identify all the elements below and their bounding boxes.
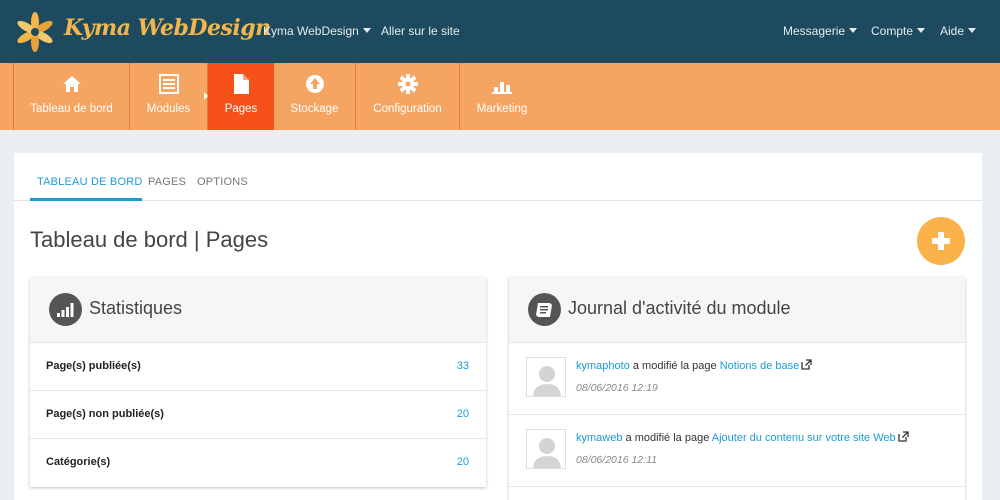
activity-date: 08/06/2016 12:19 [576,382,658,394]
site-menu[interactable]: Kyma WebDesign [263,24,371,38]
nav-item-label: Stockage [290,103,339,115]
nav-item-label: Modules [146,103,191,115]
stat-row-unpublished[interactable]: Page(s) non publiée(s) 20 [30,391,486,439]
brand-name[interactable]: Kyma WebDesign [64,15,271,41]
activity-text: kymaweb a modifié la page Ajouter du con… [576,431,909,445]
stats-card-title: Statistiques [89,298,183,318]
nav-item-pages[interactable]: Pages [208,63,274,130]
logo-icon[interactable] [12,10,58,54]
activity-date: 08/06/2016 12:11 [576,454,657,466]
visit-site-link[interactable]: Aller sur le site [381,24,460,38]
main-panel: TABLEAU DE BORD PAGES OPTIONS Tableau de… [14,153,982,500]
stat-value[interactable]: 20 [457,408,469,420]
activity-text: kymaphoto a modifié la page Notions de b… [576,359,812,373]
stat-label: Page(s) publiée(s) [46,360,141,372]
page-link[interactable]: Ajouter du contenu sur votre site Web [712,432,896,444]
stats-card-header: Statistiques [30,277,486,343]
activity-entry: kymaphoto a modifié la page Notions de b… [509,343,965,415]
messagerie-menu[interactable]: Messagerie [783,24,858,38]
activity-card-title: Journal d'activité du module [568,298,791,318]
active-tab-indicator [30,198,142,201]
stat-label: Page(s) non publiée(s) [46,408,164,420]
user-link[interactable]: kymaphoto [576,360,630,372]
bar-chart-icon [460,74,544,96]
nav-item-label: Configuration [373,103,442,115]
aide-label: Aide [940,24,965,38]
page-title: Tableau de bord | Pages [30,227,269,252]
nav-item-stockage[interactable]: Stockage [274,63,356,130]
module-nav: Tableau de bord Modules Pages Stockage C… [0,63,1000,130]
tab-options[interactable]: OPTIONS [197,176,248,188]
nav-item-label: Marketing [476,103,528,115]
chevron-down-icon [968,28,977,33]
gear-icon [356,74,459,96]
messagerie-label: Messagerie [783,24,846,38]
nav-item-modules[interactable]: Modules [130,63,208,130]
add-button[interactable] [917,217,965,265]
upload-icon [274,74,355,96]
nav-item-label: Pages [224,103,258,115]
avatar [526,429,566,469]
page-link[interactable]: Notions de base [720,360,800,372]
stat-value[interactable]: 20 [457,456,469,468]
chevron-down-icon [849,28,858,33]
home-icon [14,74,129,96]
activity-card-header: Journal d'activité du module [509,277,965,343]
nav-item-marketing[interactable]: Marketing [460,63,544,130]
external-link-icon[interactable] [897,431,909,445]
external-link-icon[interactable] [801,359,812,373]
aide-menu[interactable]: Aide [940,24,977,38]
stat-row-categories[interactable]: Catégorie(s) 20 [30,439,486,487]
top-bar: Kyma WebDesign Kyma WebDesign Aller sur … [0,0,1000,63]
site-menu-label: Kyma WebDesign [263,24,359,38]
activity-card: Journal d'activité du module kymaphoto a… [509,277,965,500]
nav-item-configuration[interactable]: Configuration [356,63,460,130]
chevron-down-icon [917,28,926,33]
stat-label: Catégorie(s) [46,456,111,468]
compte-menu[interactable]: Compte [871,24,926,38]
tab-bar: TABLEAU DE BORD PAGES OPTIONS [14,153,982,201]
compte-label: Compte [871,24,914,38]
stats-card: Statistiques Page(s) publiée(s) 33 Page(… [30,277,486,487]
chevron-down-icon [362,28,371,33]
activity-entry: kymaweb a modifié la page Ajouter du con… [509,415,965,487]
stat-row-published[interactable]: Page(s) publiée(s) 33 [30,343,486,391]
nav-item-tableau-de-bord[interactable]: Tableau de bord [13,63,130,130]
user-link[interactable]: kymaweb [576,432,622,444]
book-icon [528,293,561,326]
list-icon [130,74,207,96]
file-icon [208,74,274,96]
activity-action: a modifié la page [632,360,717,372]
tab-tableau-de-bord[interactable]: TABLEAU DE BORD [37,176,143,188]
signal-icon [49,293,82,326]
tab-pages[interactable]: PAGES [148,176,186,188]
stat-value[interactable]: 33 [457,360,469,372]
activity-action: a modifié la page [625,432,710,444]
avatar [526,357,566,397]
nav-item-label: Tableau de bord [30,103,113,115]
